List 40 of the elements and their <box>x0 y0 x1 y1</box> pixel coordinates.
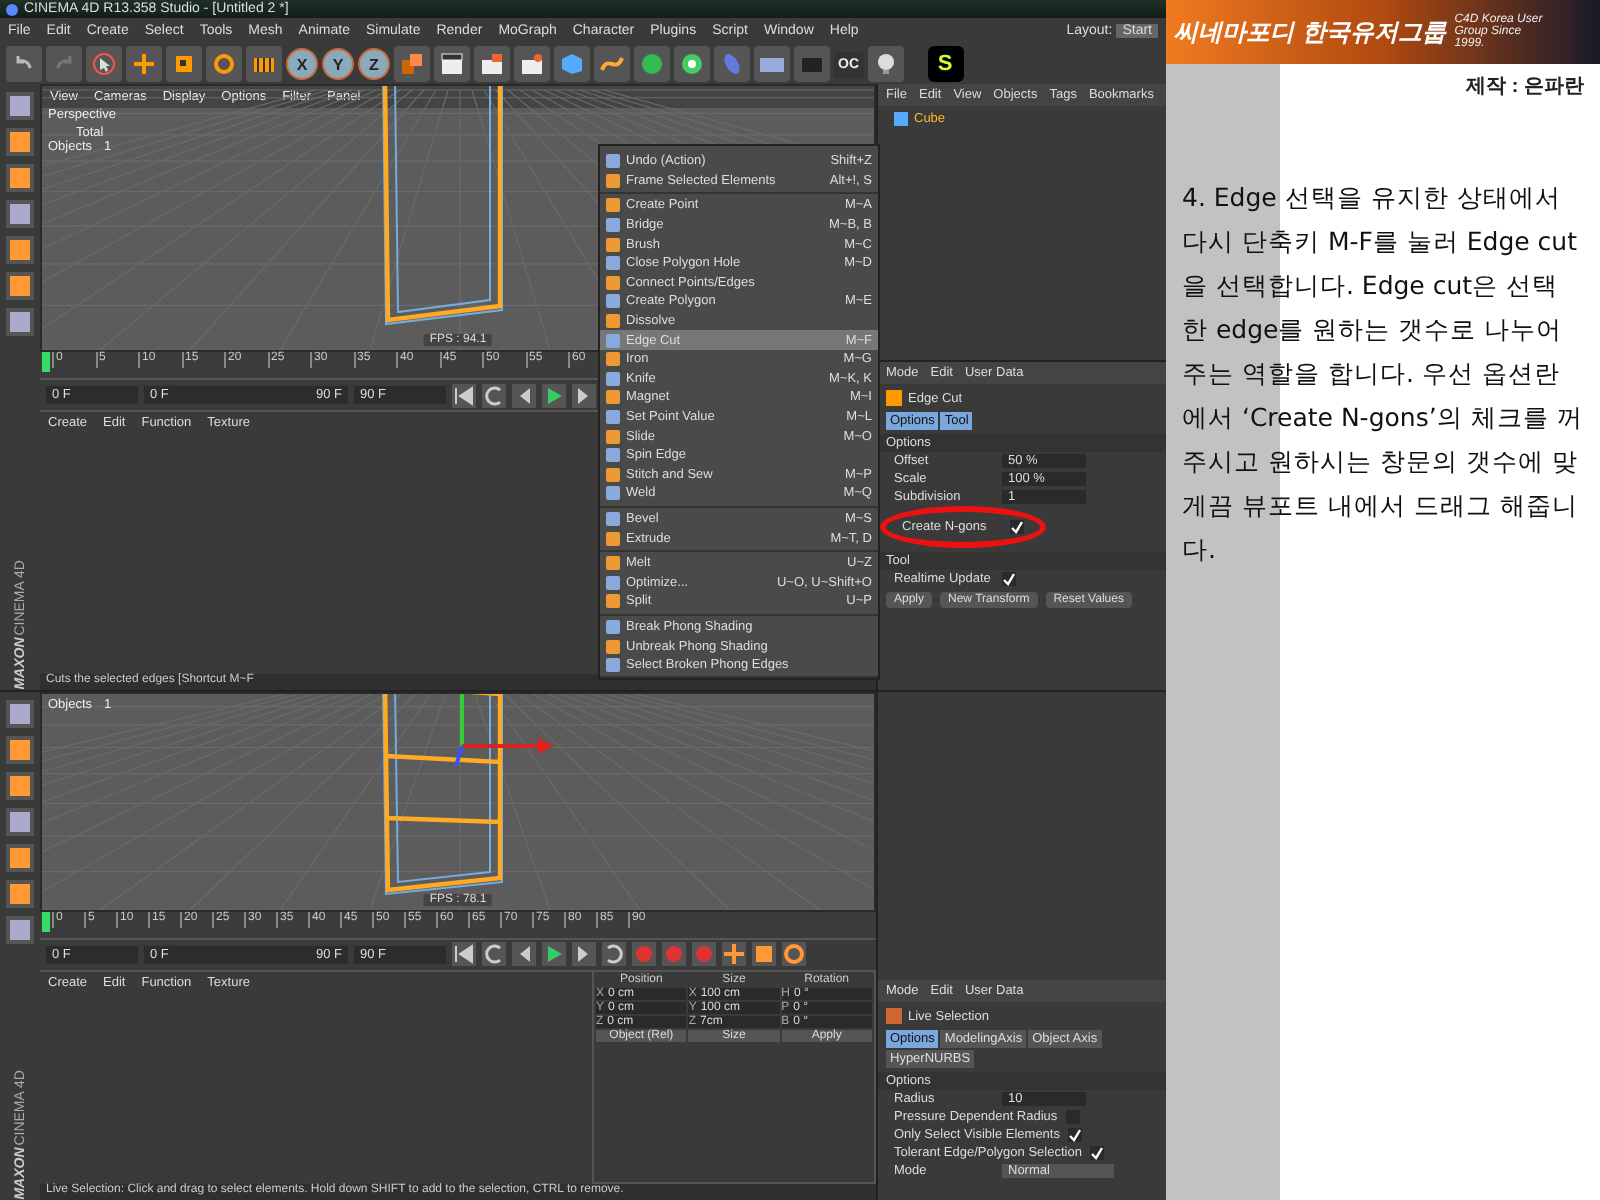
scale-icon[interactable] <box>166 46 202 82</box>
loop-icon[interactable] <box>482 383 506 407</box>
rotate-icon[interactable] <box>206 46 242 82</box>
move-key-icon[interactable] <box>722 942 746 966</box>
step-back-icon[interactable] <box>512 383 536 407</box>
flower-icon[interactable] <box>674 46 710 82</box>
checkbox[interactable] <box>1002 572 1016 586</box>
axis-lock-button[interactable]: X <box>286 48 318 80</box>
rotate-key-icon[interactable] <box>782 942 806 966</box>
loop-icon[interactable] <box>482 942 506 966</box>
play-icon[interactable] <box>542 942 566 966</box>
clapperboard-icon[interactable] <box>474 46 510 82</box>
tool-icon <box>886 1008 902 1024</box>
play-icon[interactable] <box>542 383 566 407</box>
instruction-text: 4. Edge 선택을 유지한 상태에서 다시 단축키 M-F를 눌러 Edge cut을 선택합니다. Edge cut은 선택한 edge를 원하는 갯수로 나누어 주는 역할을 합니다. 우선 옵션란에서 ‘Create N-gons’의 체크를 꺼주시고 원하시는 창문의 갯수에 맞게끔 뷰포트 내에서 드래그 해줍니다. <box>1182 180 1584 568</box>
move-icon[interactable] <box>126 46 162 82</box>
go-start-icon[interactable] <box>452 383 476 407</box>
group-logo: 씨네마포디 한국유저그룹 <box>1174 15 1447 49</box>
credit-text: 제작 : 은파란 <box>1466 74 1584 100</box>
pointer-icon[interactable] <box>86 46 122 82</box>
light-icon[interactable] <box>867 46 903 82</box>
undo-icon[interactable] <box>6 46 42 82</box>
checkbox[interactable] <box>1010 520 1024 534</box>
step-forward-icon[interactable] <box>572 383 596 407</box>
go-start-icon[interactable] <box>452 942 476 966</box>
step-forward-icon[interactable] <box>572 942 596 966</box>
app-logo-icon <box>6 3 18 15</box>
spline-icon[interactable] <box>594 46 630 82</box>
tool-icon <box>886 390 902 406</box>
clapperboard-icon[interactable] <box>514 46 550 82</box>
clapperboard-icon[interactable] <box>434 46 470 82</box>
playhead[interactable] <box>42 911 50 931</box>
plugin-badge[interactable]: S <box>927 46 963 82</box>
axis-lock-button[interactable]: Y <box>322 48 354 80</box>
axis-lock-button[interactable]: Z <box>358 48 390 80</box>
loop-icon[interactable] <box>602 942 626 966</box>
checkbox[interactable] <box>1067 1128 1082 1142</box>
checkbox[interactable] <box>1089 1146 1104 1160</box>
scale-key-icon[interactable] <box>752 942 776 966</box>
step-back-icon[interactable] <box>512 942 536 966</box>
